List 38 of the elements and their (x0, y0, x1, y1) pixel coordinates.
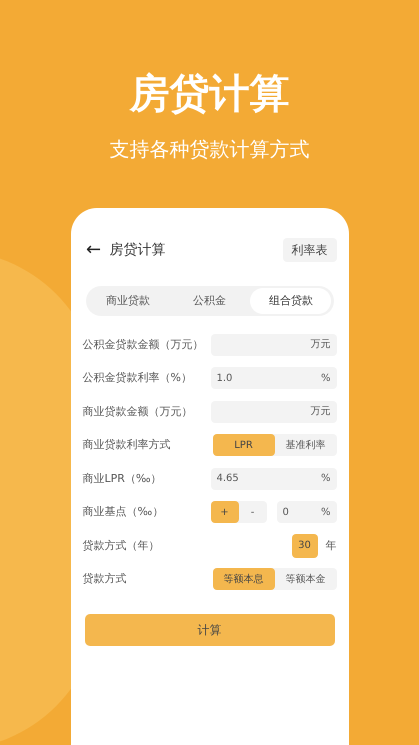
field-value: 4.65 (216, 472, 239, 486)
option-button[interactable]: + (210, 501, 238, 524)
calculate-button[interactable]: 计算 (84, 614, 334, 646)
field-label: 贷款方式 (82, 571, 128, 587)
subtitle: 支持各种贷款计算方式 (110, 136, 310, 163)
unit-label: % (320, 372, 330, 386)
field-value: 1.0 (216, 372, 232, 386)
input-field[interactable]: 4.65 % (210, 468, 336, 490)
option-button[interactable]: - (238, 501, 266, 524)
option-button[interactable]: LPR (212, 434, 274, 456)
field-value: 0 (282, 506, 289, 520)
headline: 房贷计算 (130, 74, 290, 114)
unit-label: 万元 (310, 405, 330, 420)
field-label: 商业贷款金额（万元） (82, 404, 194, 420)
option-button[interactable]: 等额本息 (212, 568, 274, 590)
unit-label: 年 (326, 538, 336, 554)
loan-type-tab[interactable]: 商业贷款 (88, 288, 169, 314)
option-button[interactable]: 基准利率 (274, 434, 336, 456)
back-button[interactable]: ← (82, 241, 104, 259)
field-label: 商业基点（‰） (82, 504, 164, 520)
field-label: 贷款方式（年） (82, 538, 160, 554)
option-button[interactable]: 等额本金 (274, 568, 336, 590)
input-field[interactable]: 万元 (210, 334, 336, 356)
field-label: 商业贷款利率方式 (82, 437, 172, 453)
field-label: 商业LPR（‰） (82, 470, 163, 486)
unit-label: % (320, 506, 330, 520)
rate-table-button[interactable]: 利率表 (282, 238, 336, 262)
input-field[interactable]: 万元 (210, 400, 336, 423)
input-field[interactable]: 1.0 % (210, 367, 336, 390)
screen-title: 房贷计算 (110, 240, 166, 260)
field-label: 公积金贷款金额（万元） (82, 336, 204, 352)
loan-type-tab[interactable]: 组合贷款 (250, 288, 332, 314)
unit-label: % (320, 472, 330, 486)
loan-type-tab[interactable]: 公积金 (168, 288, 250, 314)
unit-label: 万元 (310, 338, 330, 352)
year-chip[interactable]: 30 (292, 534, 318, 558)
field-label: 公积金贷款利率（%） (82, 370, 193, 386)
input-field[interactable]: 0 % (276, 501, 336, 524)
